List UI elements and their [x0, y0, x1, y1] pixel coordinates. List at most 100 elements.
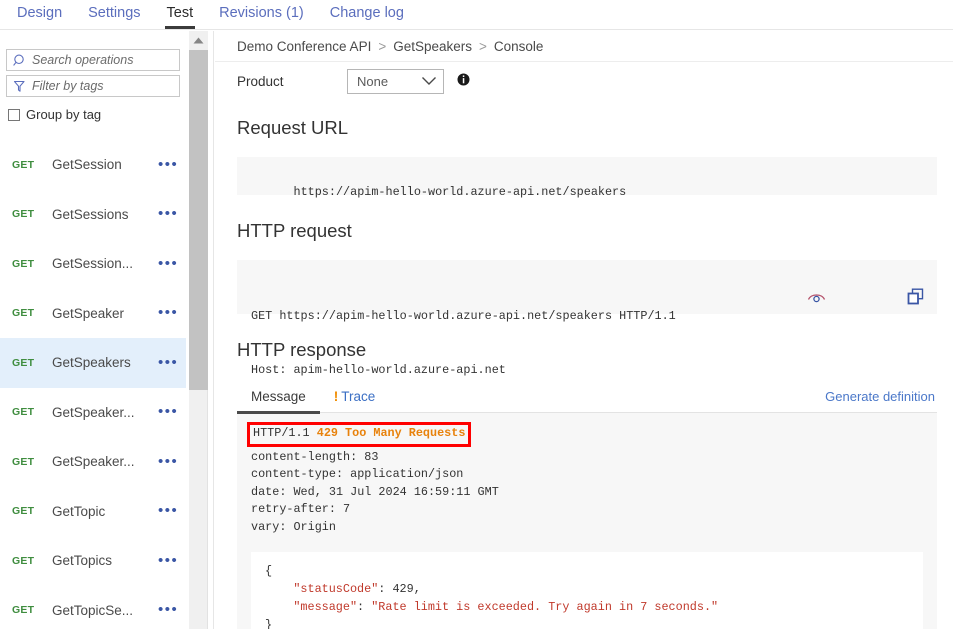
operation-name: GetTopics: [52, 553, 156, 568]
operation-context-menu-icon[interactable]: •••: [156, 507, 186, 515]
status-protocol: HTTP/1.1: [253, 426, 310, 440]
copy-icon[interactable]: [836, 270, 925, 329]
top-nav-tabs: Design Settings Test Revisions (1) Chang…: [0, 0, 953, 30]
tab-message[interactable]: Message: [237, 381, 320, 413]
operation-row-gettopicse-truncated[interactable]: GET GetTopicSe... •••: [0, 586, 186, 629]
operation-context-menu-icon[interactable]: •••: [156, 408, 186, 416]
sidebar-scrollbar[interactable]: [189, 31, 208, 629]
tab-settings[interactable]: Settings: [75, 0, 153, 22]
response-json-body: { "statusCode": 429, "message": "Rate li…: [251, 552, 923, 629]
response-message-body: HTTP/1.1 429 Too Many Requests content-l…: [237, 413, 937, 629]
http-verb-label: GET: [12, 159, 52, 171]
operation-context-menu-icon[interactable]: •••: [156, 161, 186, 169]
product-row: Product None: [215, 62, 953, 101]
http-verb-label: GET: [12, 307, 52, 319]
scrollbar-thumb[interactable]: [189, 50, 208, 390]
breadcrumb-api[interactable]: Demo Conference API: [237, 39, 371, 54]
breadcrumb-separator: >: [472, 39, 494, 54]
json-open-brace: {: [265, 564, 272, 578]
product-select[interactable]: None: [347, 69, 444, 94]
operation-context-menu-icon[interactable]: •••: [156, 309, 186, 317]
operation-context-menu-icon[interactable]: •••: [156, 359, 186, 367]
http-verb-label: GET: [12, 357, 52, 369]
tab-revisions[interactable]: Revisions (1): [206, 0, 317, 22]
http-verb-label: GET: [12, 208, 52, 220]
breadcrumb-operation[interactable]: GetSpeakers: [393, 39, 472, 54]
http-verb-label: GET: [12, 456, 52, 468]
request-url-value: https://apim-hello-world.azure-api.net/s…: [293, 185, 626, 199]
breadcrumb-separator: >: [371, 39, 393, 54]
tab-trace-label: Trace: [341, 389, 375, 404]
filter-by-tags-input[interactable]: Filter by tags: [6, 75, 180, 97]
operation-name: GetSpeaker...: [52, 454, 156, 469]
response-headers: content-length: 83 content-type: applica…: [251, 449, 923, 537]
operation-context-menu-icon[interactable]: •••: [156, 260, 186, 268]
operation-name: GetTopicSe...: [52, 603, 156, 618]
breadcrumb-page: Console: [494, 39, 544, 54]
json-key-message: "message": [293, 600, 357, 614]
operation-row-getsession-truncated[interactable]: GET GetSession... •••: [0, 239, 186, 289]
http-verb-label: GET: [12, 604, 52, 616]
search-placeholder-text: Search operations: [29, 53, 133, 67]
operation-name: GetSession...: [52, 256, 156, 271]
group-by-tag-label: Group by tag: [26, 107, 101, 122]
operation-name: GetSession: [52, 157, 156, 172]
operation-context-menu-icon[interactable]: •••: [156, 458, 186, 466]
generate-definition-link[interactable]: Generate definition: [825, 389, 937, 404]
operation-row-getspeakers[interactable]: GET GetSpeakers •••: [0, 338, 186, 388]
operation-row-getspeaker[interactable]: GET GetSpeaker •••: [0, 289, 186, 339]
request-url-panel: https://apim-hello-world.azure-api.net/s…: [237, 157, 937, 195]
operation-row-getspeaker-truncated-2[interactable]: GET GetSpeaker... •••: [0, 437, 186, 487]
status-line-annotation: HTTP/1.1 429 Too Many Requests: [247, 422, 471, 447]
eye-icon[interactable]: [736, 272, 826, 328]
operation-name: GetSpeaker: [52, 306, 156, 321]
status-code-text: 429 Too Many Requests: [317, 426, 466, 440]
filter-icon: [12, 79, 29, 94]
http-verb-label: GET: [12, 258, 52, 270]
tab-test[interactable]: Test: [154, 0, 207, 22]
tab-design[interactable]: Design: [4, 0, 75, 22]
http-verb-label: GET: [12, 406, 52, 418]
operation-row-gettopic[interactable]: GET GetTopic •••: [0, 487, 186, 537]
filter-placeholder-text: Filter by tags: [29, 79, 104, 93]
operation-row-getsessions[interactable]: GET GetSessions •••: [0, 190, 186, 240]
api-test-console: Design Settings Test Revisions (1) Chang…: [0, 0, 953, 629]
request-panel-actions: [736, 270, 925, 329]
search-operations-input[interactable]: Search operations: [6, 49, 180, 71]
http-request-panel: GET https://apim-hello-world.azure-api.n…: [237, 260, 937, 314]
checkbox-box[interactable]: [8, 109, 20, 121]
product-label: Product: [237, 74, 347, 89]
http-request-line-2: Host: apim-hello-world.azure-api.net: [251, 361, 923, 379]
http-verb-label: GET: [12, 505, 52, 517]
search-icon: [12, 53, 29, 68]
operations-sidebar: Search operations Filter by tags Group b…: [0, 31, 186, 629]
operation-row-gettopics[interactable]: GET GetTopics •••: [0, 536, 186, 586]
request-url-heading: Request URL: [215, 117, 953, 139]
json-close-brace: }: [265, 618, 272, 629]
scroll-up-arrow-icon[interactable]: [189, 31, 208, 50]
operation-row-getsession[interactable]: GET GetSession •••: [0, 140, 186, 190]
json-value-statuscode: 429,: [392, 582, 420, 596]
chevron-down-icon: [421, 73, 437, 91]
http-request-heading: HTTP request: [215, 220, 953, 242]
operation-context-menu-icon[interactable]: •••: [156, 210, 186, 218]
operation-context-menu-icon[interactable]: •••: [156, 557, 186, 565]
operation-context-menu-icon[interactable]: •••: [156, 606, 186, 614]
pane-divider: [213, 31, 214, 629]
http-verb-label: GET: [12, 555, 52, 567]
tab-trace[interactable]: !Trace: [320, 381, 390, 413]
operation-name: GetSpeaker...: [52, 405, 156, 420]
json-value-message: "Rate limit is exceeded. Try again in 7 …: [371, 600, 718, 614]
operation-row-getspeaker-truncated-1[interactable]: GET GetSpeaker... •••: [0, 388, 186, 438]
group-by-tag-checkbox[interactable]: Group by tag: [8, 107, 186, 122]
tab-change-log[interactable]: Change log: [317, 0, 417, 22]
json-key-statuscode: "statusCode": [293, 582, 378, 596]
product-selected-value: None: [357, 74, 388, 89]
info-icon[interactable]: [457, 73, 470, 91]
response-tabs: Message !Trace Generate definition: [237, 381, 937, 413]
operation-name: GetTopic: [52, 504, 156, 519]
operations-list: GET GetSession ••• GET GetSessions ••• G…: [0, 140, 186, 629]
main-content: Demo Conference API > GetSpeakers > Cons…: [215, 31, 953, 629]
operation-name: GetSessions: [52, 207, 156, 222]
operation-name: GetSpeakers: [52, 355, 156, 370]
